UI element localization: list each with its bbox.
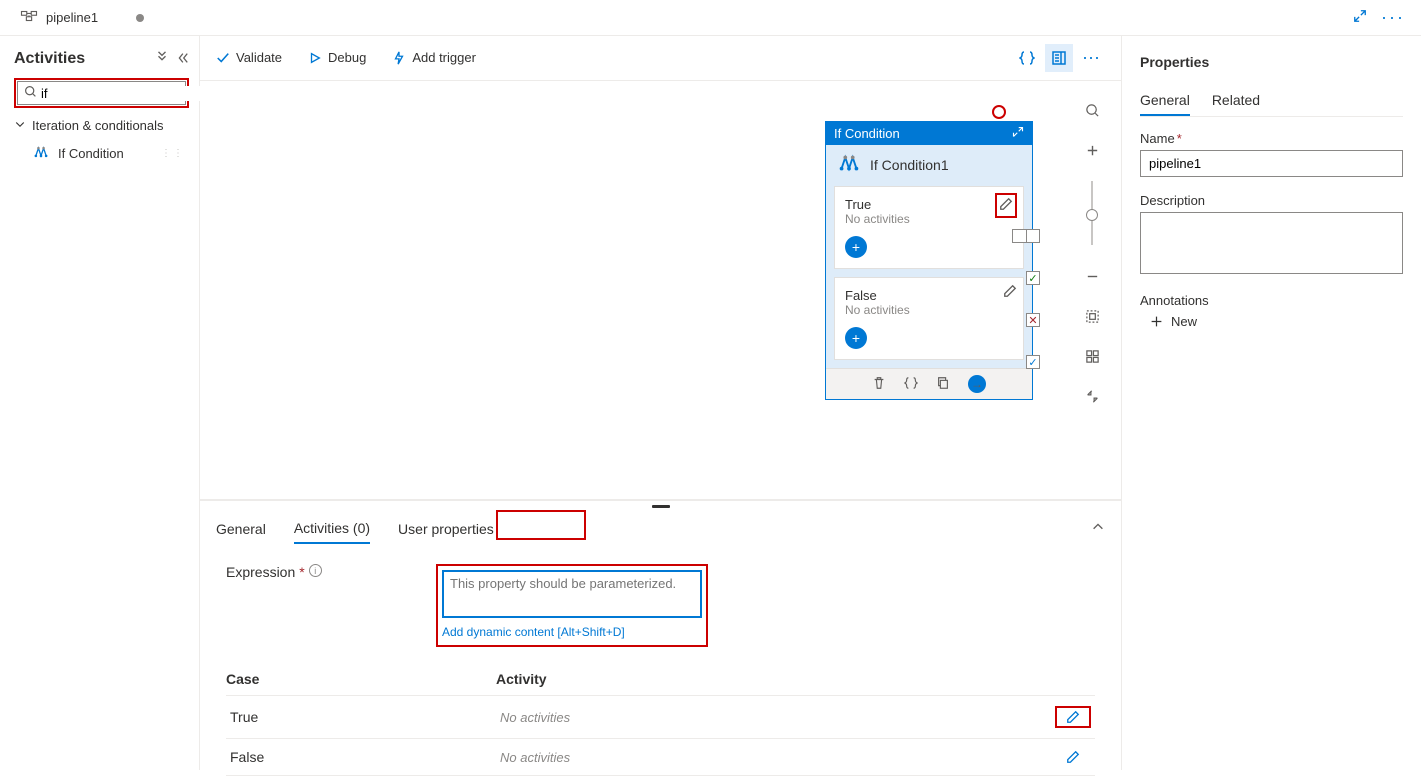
- search-input[interactable]: [41, 86, 217, 101]
- props-tab-general[interactable]: General: [1140, 86, 1190, 116]
- dep-toggle-success[interactable]: ✓: [1026, 271, 1040, 285]
- props-tab-related[interactable]: Related: [1212, 86, 1260, 116]
- description-label: Description: [1140, 193, 1205, 208]
- true-add-button[interactable]: +: [845, 236, 867, 258]
- node-title: If Condition1: [870, 157, 949, 173]
- name-label: Name: [1140, 131, 1175, 146]
- minimize-button[interactable]: [1079, 383, 1105, 409]
- true-case-label: True: [845, 197, 1013, 212]
- pipeline-tab[interactable]: pipeline1: [10, 1, 154, 34]
- if-node-icon: [836, 153, 862, 176]
- canvas[interactable]: If Condition If Condition1 True No activ…: [200, 80, 1121, 500]
- required-indicator: *: [299, 564, 304, 580]
- selection-handle: [992, 105, 1006, 119]
- expression-highlight: Add dynamic content [Alt+Shift+D]: [436, 564, 708, 647]
- properties-title: Properties: [1140, 54, 1403, 70]
- case-row-true: True No activities: [226, 696, 1095, 739]
- delete-node-icon[interactable]: [872, 376, 886, 393]
- node-json-icon[interactable]: [904, 376, 918, 393]
- drag-handle-icon: ⋮⋮: [161, 148, 185, 159]
- more-toolbar-icon[interactable]: ···: [1077, 44, 1105, 72]
- pipeline-tab-title: pipeline1: [46, 10, 98, 25]
- tab-activities[interactable]: Activities (0): [294, 514, 370, 544]
- info-icon[interactable]: i: [309, 564, 322, 577]
- add-dynamic-content-link[interactable]: Add dynamic content [Alt+Shift+D]: [442, 625, 702, 639]
- case-column-header: Case: [226, 671, 496, 687]
- dep-toggle-completion[interactable]: ✓: [1026, 355, 1040, 369]
- expand-all-icon[interactable]: [155, 51, 169, 68]
- collapse-panel-icon[interactable]: [175, 51, 189, 68]
- edit-true-case-button[interactable]: [1055, 706, 1091, 728]
- resize-grip[interactable]: [200, 501, 1121, 508]
- expand-icon[interactable]: [1353, 9, 1367, 26]
- toggle-1-half: [1012, 229, 1026, 243]
- activity-label: If Condition: [58, 146, 124, 161]
- continue-icon[interactable]: →: [968, 375, 986, 393]
- category-label: Iteration & conditionals: [32, 118, 164, 133]
- edit-false-case-button[interactable]: [1055, 750, 1091, 764]
- annotations-label: Annotations: [1140, 293, 1209, 308]
- activities-title: Activities: [14, 50, 85, 68]
- layout-button[interactable]: [1079, 343, 1105, 369]
- dep-toggle-failure[interactable]: ✕: [1026, 313, 1040, 327]
- copy-node-icon[interactable]: [936, 376, 950, 393]
- properties-panel: Properties General Related Name* Descrip…: [1121, 36, 1421, 770]
- tab-general[interactable]: General: [216, 515, 266, 543]
- if-condition-icon: [32, 145, 50, 162]
- name-input[interactable]: [1140, 150, 1403, 177]
- properties-toggle-button[interactable]: [1045, 44, 1073, 72]
- toolbar: Validate Debug Add trigger ···: [200, 36, 1121, 80]
- zoom-thumb[interactable]: [1086, 209, 1098, 221]
- expression-label: Expression: [226, 564, 295, 580]
- pipeline-icon: [20, 7, 38, 28]
- add-trigger-button[interactable]: Add trigger: [392, 50, 476, 65]
- zoom-in-button[interactable]: [1079, 137, 1105, 163]
- search-icon: [24, 85, 37, 101]
- debug-button[interactable]: Debug: [308, 50, 366, 65]
- node-expand-icon[interactable]: [1012, 126, 1024, 141]
- if-condition-node[interactable]: If Condition If Condition1 True No activ…: [825, 121, 1033, 400]
- search-highlight: [14, 78, 189, 108]
- true-edit-button[interactable]: [995, 193, 1017, 218]
- more-icon[interactable]: ···: [1381, 7, 1405, 28]
- false-add-button[interactable]: +: [845, 327, 867, 349]
- modified-indicator: [136, 14, 144, 22]
- false-edit-button[interactable]: [1003, 284, 1017, 301]
- activity-column-header: Activity: [496, 671, 1095, 687]
- collapse-bottom-icon[interactable]: [1091, 520, 1105, 539]
- json-view-button[interactable]: [1013, 44, 1041, 72]
- zoom-out-button[interactable]: [1079, 263, 1105, 289]
- canvas-search-button[interactable]: [1079, 97, 1105, 123]
- validate-button[interactable]: Validate: [216, 50, 282, 65]
- false-case-sub: No activities: [845, 303, 1013, 317]
- chevron-down-icon: [14, 118, 26, 133]
- fit-button[interactable]: [1079, 303, 1105, 329]
- dep-toggle-1[interactable]: [1026, 229, 1040, 243]
- description-input[interactable]: [1140, 212, 1403, 274]
- zoom-slider[interactable]: [1091, 181, 1093, 245]
- activity-if-condition[interactable]: If Condition ⋮⋮: [14, 139, 189, 168]
- tab-user-properties[interactable]: User properties: [398, 515, 494, 543]
- activities-panel: Activities Iteration & cond: [0, 36, 200, 770]
- expression-input[interactable]: [442, 570, 702, 618]
- false-case-label: False: [845, 288, 1013, 303]
- node-header-title: If Condition: [834, 126, 900, 141]
- category-iteration[interactable]: Iteration & conditionals: [14, 118, 189, 133]
- tab-highlight: [496, 510, 586, 540]
- add-annotation-button[interactable]: New: [1150, 314, 1403, 329]
- false-case-box: False No activities +: [834, 277, 1024, 360]
- case-row-false: False No activities: [226, 739, 1095, 776]
- true-case-box: True No activities +: [834, 186, 1024, 269]
- true-case-sub: No activities: [845, 212, 1013, 226]
